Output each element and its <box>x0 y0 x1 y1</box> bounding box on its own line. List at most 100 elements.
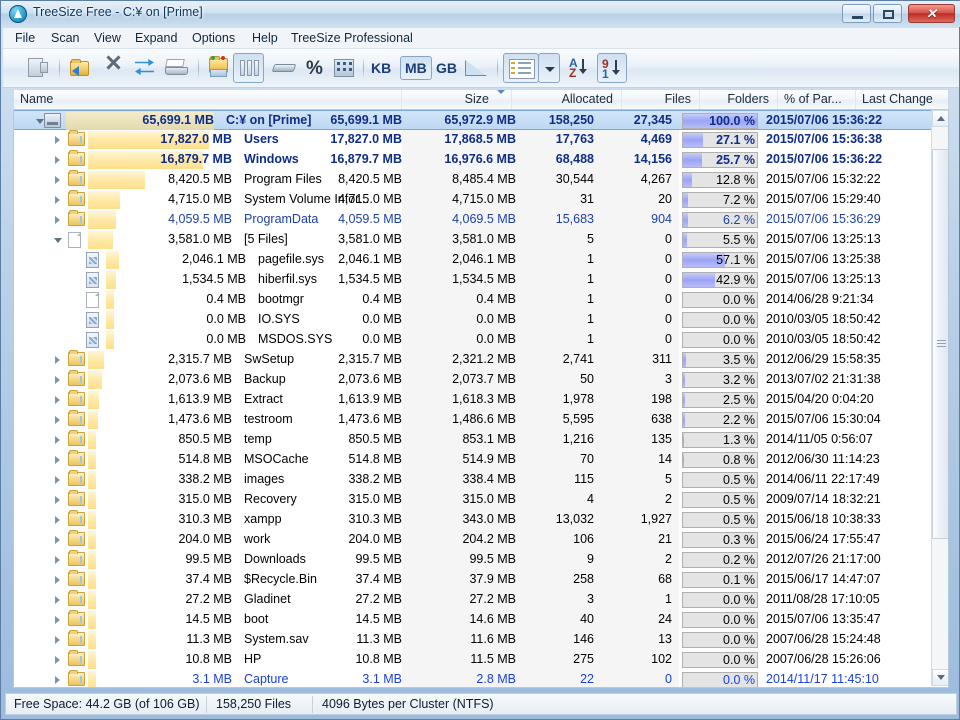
expand-arrow-icon[interactable] <box>54 156 63 165</box>
expand-arrow-icon[interactable] <box>54 556 63 565</box>
table-row[interactable]: 2,315.7 MB SwSetup 2,315.7 MB 2,321.2 MB 2,7… <box>14 350 933 370</box>
scrollbar-thumb[interactable] <box>932 148 948 539</box>
column-header-last-change[interactable]: Last Change <box>856 90 950 109</box>
scroll-up-button[interactable] <box>932 110 948 127</box>
explorer-button[interactable] <box>205 53 236 83</box>
open-drive-button[interactable] <box>23 53 54 83</box>
expand-arrow-icon[interactable] <box>54 436 63 445</box>
expand-arrow-icon[interactable] <box>54 516 63 525</box>
table-row[interactable]: 2,046.1 MB pagefile.sys 2,046.1 MB 2,046.1 … <box>14 250 933 270</box>
columns-view-button[interactable] <box>233 53 264 83</box>
table-row[interactable]: 850.5 MB temp 850.5 MB 853.1 MB 1,216 135 1.3 … <box>14 430 933 450</box>
expand-arrow-icon[interactable] <box>54 536 63 545</box>
print-button[interactable] <box>162 53 193 83</box>
table-row[interactable]: 99.5 MB Downloads 99.5 MB 99.5 MB 9 2 0.2 % 201… <box>14 550 933 570</box>
chart-button[interactable] <box>461 53 492 83</box>
close-scan-button[interactable] <box>98 53 129 83</box>
table-row[interactable]: 1,534.5 MB hiberfil.sys 1,534.5 MB 1,534.5 … <box>14 270 933 290</box>
expand-arrow-icon[interactable] <box>54 136 63 145</box>
scroll-down-arrow-icon <box>937 675 945 680</box>
open-folder-button[interactable] <box>66 53 97 83</box>
menu-item-help[interactable]: Help <box>250 31 280 45</box>
unit-kb-button[interactable]: KB <box>371 60 391 76</box>
column-header-files[interactable]: Files <box>622 90 700 109</box>
menu-item-treesize-professional[interactable]: TreeSize Professional <box>289 31 415 45</box>
table-row[interactable]: 14.5 MB boot 14.5 MB 14.6 MB 40 24 0.0 % 2015/0… <box>14 610 933 630</box>
expand-arrow-icon[interactable] <box>54 476 63 485</box>
table-row[interactable]: 1,473.6 MB testroom 1,473.6 MB 1,486.6 MB 5,… <box>14 410 933 430</box>
menu-item-expand[interactable]: Expand <box>133 31 179 45</box>
list-view-dropdown-button[interactable] <box>538 53 560 83</box>
details-view-button[interactable] <box>329 53 360 83</box>
unit-gb-button[interactable]: GB <box>436 60 457 76</box>
table-row[interactable]: 0.0 MB MSDOS.SYS 0.0 MB 0.0 MB 1 0 0.0 % 2010/0… <box>14 330 933 350</box>
table-row[interactable]: 16,879.7 MB Windows 16,879.7 MB 16,976.6 MB… <box>14 150 933 170</box>
menu-item-file[interactable]: File <box>13 31 37 45</box>
list-view-button[interactable] <box>503 53 539 83</box>
menu-item-view[interactable]: View <box>92 31 123 45</box>
table-row[interactable]: 310.3 MB xampp 310.3 MB 343.0 MB 13,032 1,927… <box>14 510 933 530</box>
table-row[interactable]: 27.2 MB Gladinet 27.2 MB 27.2 MB 3 1 0.0 % 2011… <box>14 590 933 610</box>
table-row[interactable]: 10.8 MB HP 10.8 MB 11.5 MB 275 102 0.0 % 2007/0… <box>14 650 933 670</box>
table-row[interactable]: 2,073.6 MB Backup 2,073.6 MB 2,073.7 MB 50 3 3… <box>14 370 933 390</box>
table-row[interactable]: 0.4 MB bootmgr 0.4 MB 0.4 MB 1 0 0.0 % 2014/06/… <box>14 290 933 310</box>
column-header-size[interactable]: Size <box>402 90 512 109</box>
table-row[interactable]: 3.1 MB Capture 3.1 MB 2.8 MB 22 0 0.0 % 2014/11… <box>14 670 933 687</box>
expand-arrow-icon[interactable] <box>54 676 63 685</box>
table-row[interactable]: 0.0 MB IO.SYS 0.0 MB 0.0 MB 1 0 0.0 % 2010/03/0… <box>14 310 933 330</box>
sort-91-button[interactable]: 9 1 <box>597 53 627 83</box>
expand-arrow-icon[interactable] <box>54 356 63 365</box>
table-row[interactable]: 17,827.0 MB Users 17,827.0 MB 17,868.5 MB 17… <box>14 130 933 150</box>
table-row[interactable]: 4,059.5 MB ProgramData 4,059.5 MB 4,069.5 M… <box>14 210 933 230</box>
table-row[interactable]: 315.0 MB Recovery 315.0 MB 315.0 MB 4 2 0.5 % 2… <box>14 490 933 510</box>
menu-item-options[interactable]: Options <box>190 31 237 45</box>
scroll-down-button[interactable] <box>932 669 948 686</box>
table-row[interactable]: 37.4 MB $Recycle.Bin 37.4 MB 37.9 MB 258 68 0.… <box>14 570 933 590</box>
collapse-arrow-icon[interactable] <box>54 236 63 245</box>
cell-allocated: 0.4 MB <box>476 292 516 306</box>
allocated-space-button[interactable] <box>269 53 300 83</box>
expand-arrow-icon[interactable] <box>54 496 63 505</box>
table-row[interactable]: 204.0 MB work 204.0 MB 204.2 MB 106 21 0.3 % 20… <box>14 530 933 550</box>
percent-bar: 0.1 % <box>682 572 758 588</box>
cell-files: 2,741 <box>562 352 594 366</box>
menu-item-scan[interactable]: Scan <box>49 31 82 45</box>
table-row[interactable]: 4,715.0 MB System Volume Infor... 4,715.0 … <box>14 190 933 210</box>
vertical-scrollbar[interactable] <box>931 110 948 686</box>
expand-arrow-icon[interactable] <box>54 416 63 425</box>
unit-mb-button[interactable]: MB <box>400 56 432 80</box>
expand-arrow-icon[interactable] <box>54 196 63 205</box>
expand-arrow-icon[interactable] <box>54 576 63 585</box>
table-row[interactable]: 8,420.5 MB Program Files 8,420.5 MB 8,485.4… <box>14 170 933 190</box>
table-row[interactable]: 11.3 MB System.sav 11.3 MB 11.6 MB 146 13 0.0 … <box>14 630 933 650</box>
size-bar <box>88 511 96 529</box>
minimize-button[interactable] <box>842 4 871 23</box>
expand-arrow-icon[interactable] <box>54 176 63 185</box>
expand-arrow-icon[interactable] <box>54 636 63 645</box>
table-row[interactable]: 338.2 MB images 338.2 MB 338.4 MB 115 5 0.5 % 2… <box>14 470 933 490</box>
expand-arrow-icon[interactable] <box>54 656 63 665</box>
table-row[interactable]: 514.8 MB MSOCache 514.8 MB 514.9 MB 70 14 0.8 … <box>14 450 933 470</box>
expand-arrow-icon[interactable] <box>54 616 63 625</box>
column-header-name[interactable]: Name <box>14 90 402 109</box>
percent-button[interactable]: % <box>299 53 330 83</box>
refresh-button[interactable] <box>130 53 161 83</box>
column-header-allocated[interactable]: Allocated <box>512 90 622 109</box>
table-row[interactable]: 3,581.0 MB [5 Files] 3,581.0 MB 3,581.0 MB 5… <box>14 230 933 250</box>
file-tree[interactable]: 65,699.1 MB C:¥ on [Prime] 65,699.1 MB 65,9… <box>13 110 949 688</box>
close-button[interactable]: ✕ <box>908 4 955 23</box>
cell-name: temp <box>244 432 272 446</box>
expand-arrow-icon[interactable] <box>54 396 63 405</box>
expand-arrow-icon[interactable] <box>54 596 63 605</box>
column-header-percent[interactable]: % of Par... <box>778 90 856 109</box>
percent-bar: 0.5 % <box>682 472 758 488</box>
cell-files: 1 <box>587 252 594 266</box>
expand-arrow-icon[interactable] <box>54 456 63 465</box>
sort-az-button[interactable]: A Z <box>565 53 595 83</box>
expand-arrow-icon[interactable] <box>54 376 63 385</box>
column-header-folders[interactable]: Folders <box>700 90 778 109</box>
maximize-button[interactable] <box>873 4 902 23</box>
table-row[interactable]: 65,699.1 MB C:¥ on [Prime] 65,699.1 MB 65,9… <box>14 110 933 130</box>
expand-arrow-icon[interactable] <box>54 216 63 225</box>
table-row[interactable]: 1,613.9 MB Extract 1,613.9 MB 1,618.3 MB 1,9… <box>14 390 933 410</box>
